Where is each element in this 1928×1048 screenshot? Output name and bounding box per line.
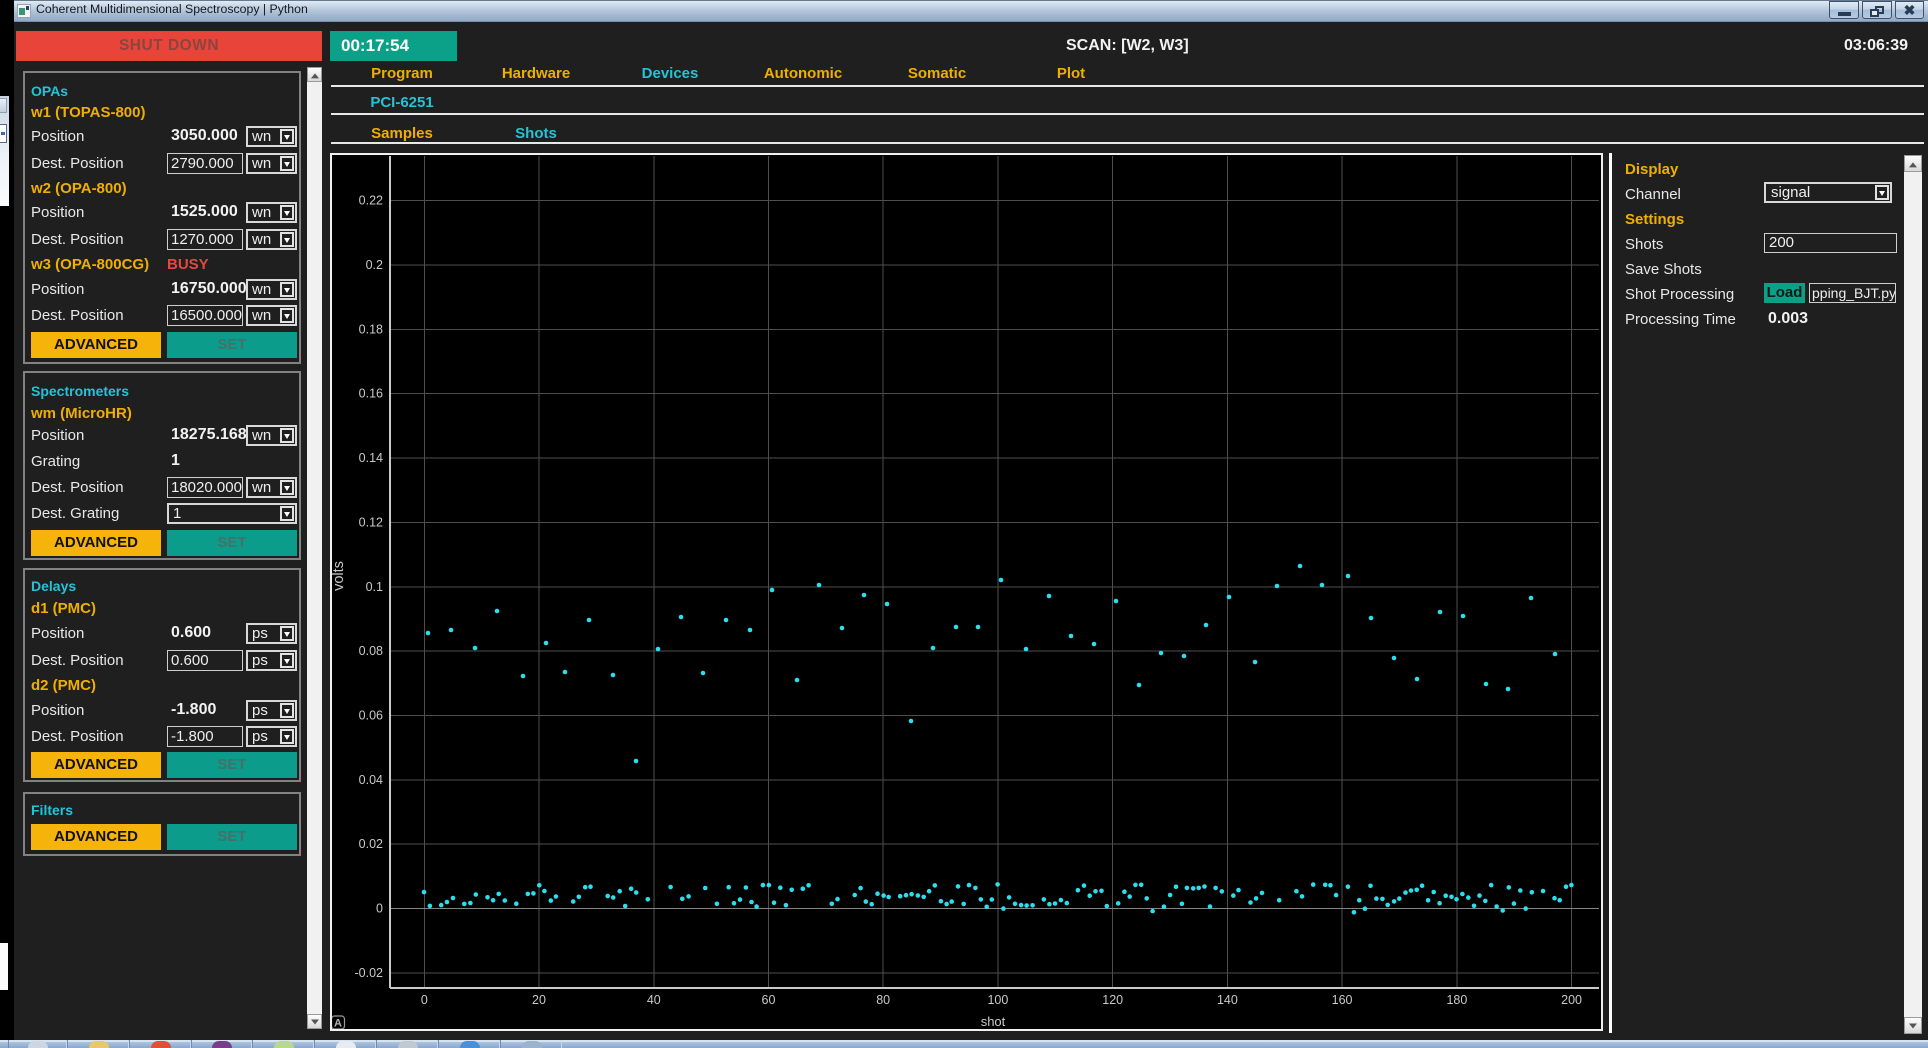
svg-text:200: 200 (1561, 993, 1582, 1007)
svg-text:0.1: 0.1 (366, 580, 383, 594)
svg-text:0.12: 0.12 (359, 515, 383, 529)
svg-text:0: 0 (421, 993, 428, 1007)
svg-text:100: 100 (987, 993, 1008, 1007)
svg-text:140: 140 (1217, 993, 1238, 1007)
svg-text:A: A (334, 1018, 342, 1030)
svg-text:20: 20 (532, 993, 546, 1007)
svg-text:0.08: 0.08 (359, 644, 383, 658)
svg-text:60: 60 (762, 993, 776, 1007)
svg-text:0.06: 0.06 (359, 709, 383, 723)
svg-text:0: 0 (376, 902, 383, 916)
svg-text:0.16: 0.16 (359, 387, 383, 401)
svg-text:80: 80 (876, 993, 890, 1007)
svg-text:0.22: 0.22 (359, 194, 383, 208)
svg-text:160: 160 (1332, 993, 1353, 1007)
svg-text:0.18: 0.18 (359, 322, 383, 336)
svg-text:0.04: 0.04 (359, 773, 383, 787)
svg-text:0.14: 0.14 (359, 451, 383, 465)
svg-text:0.2: 0.2 (366, 258, 383, 272)
svg-text:40: 40 (647, 993, 661, 1007)
svg-text:120: 120 (1102, 993, 1123, 1007)
svg-text:180: 180 (1446, 993, 1467, 1007)
svg-text:0.02: 0.02 (359, 837, 383, 851)
svg-text:volts: volts (331, 561, 347, 591)
svg-text:-0.02: -0.02 (355, 966, 384, 980)
svg-text:shot: shot (981, 1014, 1006, 1029)
